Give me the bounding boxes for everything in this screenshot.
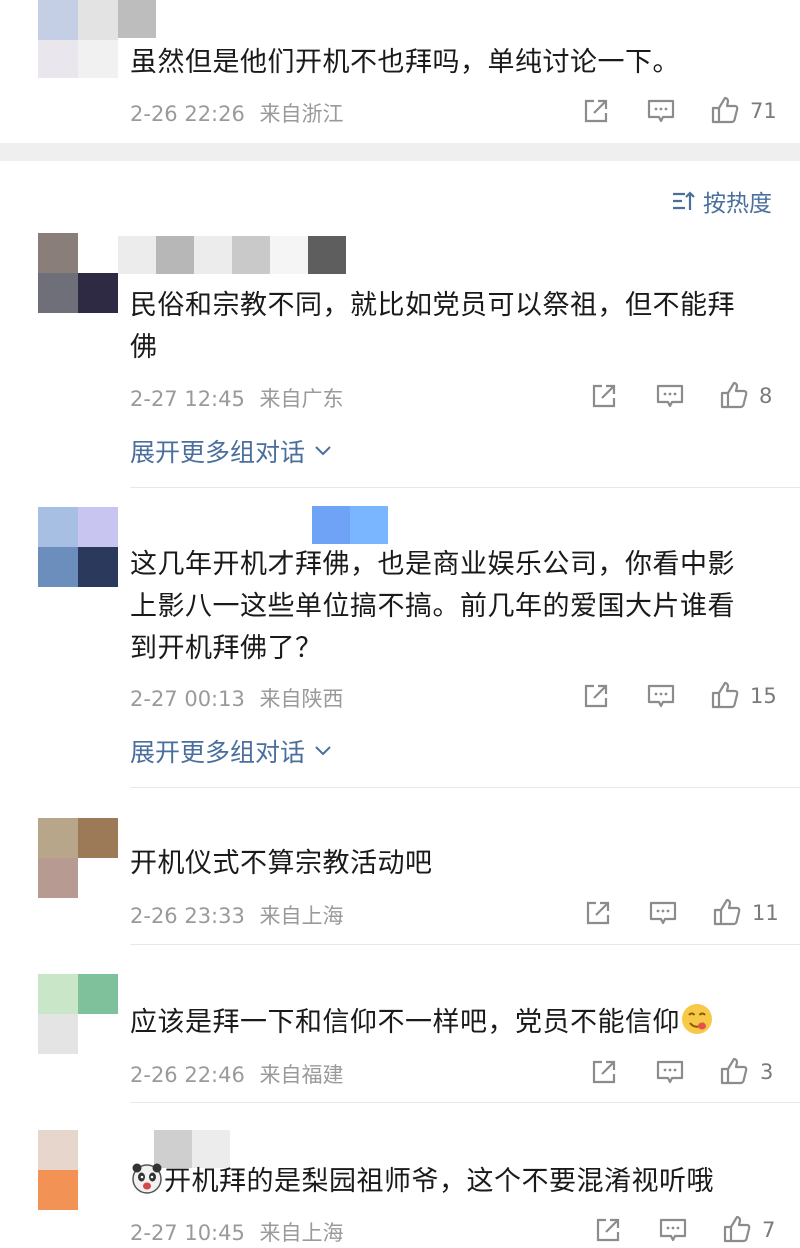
comment-time: 2-27 10:45 — [130, 1221, 245, 1245]
comment-icon — [649, 901, 677, 925]
reply-button[interactable] — [658, 1216, 688, 1244]
share-icon — [592, 1060, 616, 1084]
comment-text: 应该是拜一下和信仰不一样吧，党员不能信仰 — [130, 1002, 762, 1044]
section-separator — [0, 143, 800, 161]
divider — [130, 487, 800, 488]
yum-face-emoji — [682, 1004, 712, 1034]
like-button[interactable] — [712, 897, 742, 927]
comment-meta: 2-26 22:46 来自福建 — [130, 1059, 344, 1089]
like-icon — [711, 96, 739, 124]
share-button[interactable] — [582, 682, 610, 710]
like-button[interactable] — [710, 680, 740, 710]
avatar[interactable] — [38, 233, 118, 313]
avatar[interactable] — [38, 974, 118, 1054]
share-button[interactable] — [590, 382, 618, 410]
sort-button[interactable]: 按热度 — [671, 184, 772, 218]
comment-meta: 2-27 12:45 来自广东 — [130, 383, 344, 413]
divider — [130, 787, 800, 788]
share-button[interactable] — [584, 899, 612, 927]
avatar[interactable] — [38, 1130, 118, 1210]
share-icon — [584, 99, 608, 123]
reply-button[interactable] — [655, 382, 685, 410]
comment-time: 2-26 22:26 — [130, 102, 245, 126]
comment-location: 来自福建 — [259, 1063, 344, 1087]
share-icon — [584, 684, 608, 708]
share-button[interactable] — [590, 1058, 618, 1086]
like-icon — [720, 381, 748, 409]
expand-label: 展开更多组对话 — [130, 738, 306, 767]
like-icon — [720, 1057, 748, 1085]
comment-meta: 2-26 23:33 来自上海 — [130, 900, 344, 930]
like-count: 15 — [750, 684, 777, 708]
like-count: 11 — [752, 901, 779, 925]
comment-time: 2-26 22:46 — [130, 1063, 245, 1087]
share-icon — [586, 901, 610, 925]
comment-text: 虽然但是他们开机不也拜吗，单纯讨论一下。 — [130, 47, 680, 78]
comment-icon — [656, 384, 684, 408]
like-icon — [713, 898, 741, 926]
comment-location: 来自广东 — [259, 387, 344, 411]
comment-text: 这几年开机才拜佛，也是商业娱乐公司，你看中影上影八一这些单位搞不搞。前几年的爱国… — [130, 549, 735, 664]
comment-icon — [659, 1218, 687, 1242]
avatar[interactable] — [38, 0, 118, 78]
comment-icon — [647, 99, 675, 123]
share-button[interactable] — [582, 97, 610, 125]
like-button[interactable] — [719, 1056, 749, 1086]
reply-button[interactable] — [655, 1058, 685, 1086]
like-button[interactable] — [710, 95, 740, 125]
comment-text-content: 开机拜的是梨园祖师爷，这个不要混淆视听哦 — [164, 1166, 714, 1197]
comment-text: 开机拜的是梨园祖师爷，这个不要混淆视听哦 — [130, 1161, 762, 1203]
comment-meta: 2-27 10:45 来自上海 — [130, 1217, 344, 1247]
comment-time: 2-27 00:13 — [130, 687, 245, 711]
share-button[interactable] — [594, 1216, 622, 1244]
expand-replies-link[interactable]: 展开更多组对话 — [130, 733, 333, 769]
username-blurred[interactable] — [312, 506, 388, 546]
comment-location: 来自上海 — [259, 1221, 344, 1245]
comment-location: 来自陕西 — [259, 687, 344, 711]
username-blurred[interactable] — [118, 236, 346, 276]
comment-location: 来自上海 — [259, 904, 344, 928]
like-count: 7 — [762, 1218, 776, 1242]
comment-text-content: 应该是拜一下和信仰不一样吧，党员不能信仰 — [130, 1007, 680, 1038]
share-icon — [596, 1218, 620, 1242]
comment-meta: 2-27 00:13 来自陕西 — [130, 683, 344, 713]
comment-time: 2-26 23:33 — [130, 904, 245, 928]
like-count: 71 — [750, 99, 777, 123]
comment-location: 来自浙江 — [259, 102, 344, 126]
expand-label: 展开更多组对话 — [130, 438, 306, 467]
divider — [130, 1102, 800, 1103]
comment-time: 2-27 12:45 — [130, 387, 245, 411]
avatar[interactable] — [38, 818, 118, 898]
reply-button[interactable] — [646, 682, 676, 710]
like-count: 3 — [760, 1060, 774, 1084]
like-button[interactable] — [719, 380, 749, 410]
like-button[interactable] — [722, 1214, 752, 1244]
comment-text: 开机仪式不算宗教活动吧 — [130, 848, 433, 879]
sort-label: 按热度 — [703, 191, 772, 217]
reply-button[interactable] — [646, 97, 676, 125]
comment-text: 民俗和宗教不同，就比如党员可以祭祖，但不能拜佛 — [130, 290, 735, 363]
panda-face-emoji — [132, 1163, 162, 1194]
comment-meta: 2-26 22:26 来自浙江 — [130, 98, 344, 128]
chevron-down-icon — [315, 446, 331, 456]
sort-icon — [673, 191, 695, 210]
like-count: 8 — [759, 384, 773, 408]
avatar[interactable] — [38, 507, 118, 587]
expand-replies-link[interactable]: 展开更多组对话 — [130, 433, 333, 469]
username-blurred[interactable] — [118, 0, 156, 40]
comment-icon — [647, 684, 675, 708]
like-icon — [723, 1215, 751, 1243]
reply-button[interactable] — [648, 899, 678, 927]
share-icon — [592, 384, 616, 408]
divider — [130, 944, 800, 945]
like-icon — [711, 681, 739, 709]
comment-icon — [656, 1060, 684, 1084]
chevron-down-icon — [315, 746, 331, 756]
